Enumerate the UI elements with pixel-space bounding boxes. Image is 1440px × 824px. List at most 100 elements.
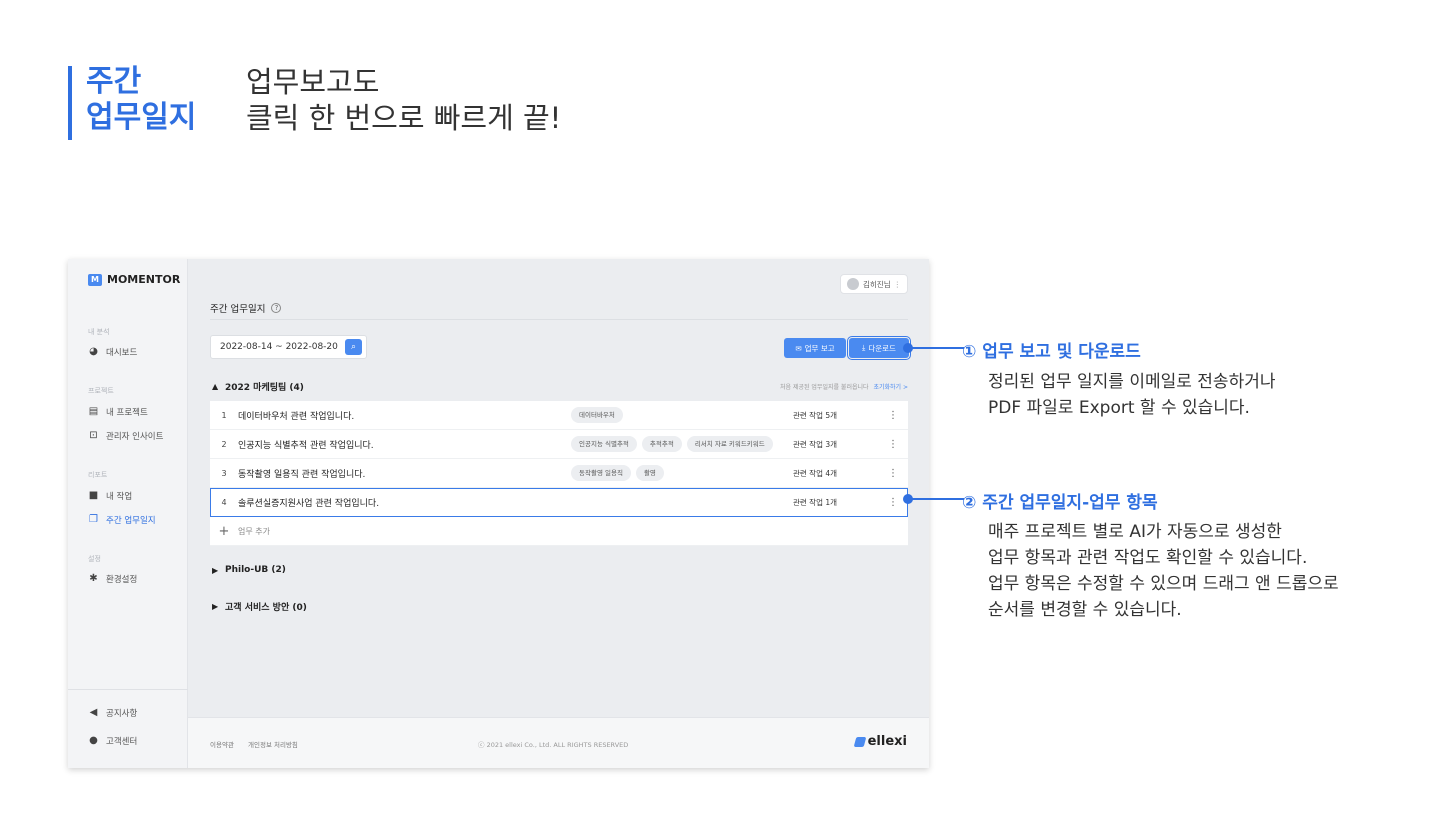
kebab-icon[interactable]: ⋮: [883, 410, 903, 421]
headline-accent-bar: [68, 66, 72, 140]
tag: 동작촬영 일용직: [571, 465, 631, 481]
row-related[interactable]: 관련 작업 5개: [793, 410, 883, 421]
sidebar-item-weekly-log[interactable]: ❐ 주간 업무일지: [88, 512, 156, 528]
callout-body: 매주 프로젝트 별로 AI가 자동으로 생성한 업무 항목과 관련 작업도 확인…: [988, 519, 1339, 623]
reset-link[interactable]: 초기화하기 >: [873, 384, 908, 391]
privacy-link[interactable]: 개인정보 처리방침: [248, 741, 298, 749]
sidebar-item-dashboard[interactable]: ◕ 대시보드: [88, 344, 137, 360]
report-button-label: 업무 보고: [804, 343, 835, 353]
sidebar-item-my-work[interactable]: ■ 내 작업: [88, 488, 132, 504]
headline: 주간 업무일지 업무보고도 클릭 한 번으로 빠르게 끝!: [68, 64, 561, 140]
ellexi-logo-icon: [853, 736, 866, 747]
sidebar-item-label: 고객센터: [106, 737, 138, 747]
help-icon[interactable]: ?: [271, 303, 282, 313]
row-number: 1: [221, 410, 227, 420]
sidebar-item-label: 관리자 인사이트: [106, 432, 164, 442]
table-row[interactable]: 2 인공지능 식별추적 관련 작업입니다. 인공지능 식별추적 추적추적 리서치…: [210, 430, 908, 459]
document-icon: ▤: [88, 406, 99, 417]
tag: 리서치 자료 키워드키워드: [686, 436, 773, 452]
sidebar-divider: [68, 689, 188, 690]
sidebar-item-label: 공지사항: [106, 709, 138, 719]
headline-right: 업무보고도 클릭 한 번으로 빠르게 끝!: [246, 64, 561, 140]
kebab-icon[interactable]: ⋮: [883, 439, 903, 450]
group-header-philo[interactable]: ▶ Philo-UB (2): [212, 565, 286, 575]
group-label: 2022 마케팅팀 (4): [225, 383, 304, 393]
add-task-label: 업무 추가: [238, 526, 270, 536]
group-header-customer[interactable]: ▶ 고객 서비스 방안 (0): [212, 600, 307, 613]
table-row-selected[interactable]: 4 솔루션실증지원사업 관련 작업입니다. 관련 작업 1개 ⋮: [210, 488, 908, 517]
date-range-value: 2022-08-14 ~ 2022-08-20: [220, 342, 338, 352]
user-name: 김히진님: [863, 279, 891, 289]
footer-links: 이용약관 개인정보 처리방침: [210, 739, 310, 749]
row-number: 2: [221, 439, 227, 449]
brand-logo: ellexi: [853, 734, 907, 749]
download-button[interactable]: ⤓ 다운로드: [847, 336, 911, 360]
chevron-right-icon: ▶: [212, 602, 219, 611]
sidebar-item-admin-insight[interactable]: ⊡ 관리자 인사이트: [88, 428, 163, 444]
callout-body-line: 업무 항목과 관련 작업도 확인할 수 있습니다.: [988, 548, 1308, 568]
callout-title: ① 업무 보고 및 다운로드: [962, 342, 1141, 362]
row-tags: 인공지능 식별추적 추적추적 리서치 자료 키워드키워드: [571, 436, 793, 452]
megaphone-icon: ◀: [89, 707, 98, 718]
main-content: 김히진님 ⋮ 주간 업무일지 ? 2022-08-14 ~ 2022-08-20…: [188, 259, 929, 768]
kebab-icon[interactable]: ⋮: [883, 468, 903, 479]
brand-text: ellexi: [867, 734, 907, 749]
row-title: 솔루션실증지원사업 관련 작업입니다.: [238, 498, 380, 509]
page-title: 주간 업무일지 ?: [210, 301, 282, 315]
headline-right-line1: 업무보고도: [246, 65, 380, 99]
group-note: 처음 제공된 업무일지를 불러옵니다 초기화하기 >: [780, 382, 908, 391]
group-header-marketing[interactable]: ▲ 2022 마케팅팀 (4): [212, 380, 304, 393]
terms-link[interactable]: 이용약관: [210, 741, 234, 749]
tag: 데이터바우처: [571, 407, 623, 423]
date-range-picker[interactable]: 2022-08-14 ~ 2022-08-20 ⌕: [210, 335, 367, 359]
row-title: 인공지능 식별추적 관련 작업입니다.: [238, 440, 374, 451]
callout-body-line: 매주 프로젝트 별로 AI가 자동으로 생성한: [988, 522, 1282, 542]
sidebar-item-settings[interactable]: ✱ 환경설정: [88, 571, 137, 587]
folder-icon: ■: [88, 490, 99, 501]
sidebar-section-report: 리포트: [88, 471, 108, 479]
sidebar: M MOMENTOR 내 분석 ◕ 대시보드 프로젝트 ▤ 내 프로젝트 ⊡ 관…: [68, 259, 188, 768]
plus-icon: +: [218, 523, 230, 539]
callout-title: ② 주간 업무일지-업무 항목: [962, 493, 1158, 513]
table-row[interactable]: 3 동작촬영 일용직 관련 작업입니다. 동작촬영 일용직 촬영 관련 작업 4…: [210, 459, 908, 488]
page-title-text: 주간 업무일지: [210, 304, 266, 315]
row-related[interactable]: 관련 작업 4개: [793, 468, 883, 479]
callout-connector: [912, 498, 964, 500]
sidebar-item-label: 대시보드: [106, 348, 138, 358]
callout-body-line: PDF 파일로 Export 할 수 있습니다.: [988, 398, 1250, 418]
mail-icon: ✉: [795, 343, 802, 353]
kebab-icon: ⋮: [893, 279, 902, 289]
sidebar-item-label: 환경설정: [106, 575, 138, 585]
sidebar-item-support[interactable]: ● 고객센터: [88, 733, 137, 749]
logo-icon: M: [88, 273, 102, 286]
sidebar-item-my-project[interactable]: ▤ 내 프로젝트: [88, 404, 148, 420]
download-button-label: 다운로드: [868, 343, 896, 353]
report-button[interactable]: ✉ 업무 보고: [784, 338, 846, 358]
row-related[interactable]: 관련 작업 1개: [793, 497, 883, 508]
kebab-icon[interactable]: ⋮: [883, 497, 903, 508]
row-related[interactable]: 관련 작업 3개: [793, 439, 883, 450]
headline-right-line2: 클릭 한 번으로 빠르게 끝!: [246, 101, 562, 135]
row-tags: 데이터바우처: [571, 407, 793, 423]
row-title: 동작촬영 일용직 관련 작업입니다.: [238, 469, 366, 480]
tag: 촬영: [635, 465, 664, 481]
add-task-button[interactable]: + 업무 추가: [210, 517, 908, 546]
footer: 이용약관 개인정보 처리방침 ⓒ 2021 ellexi Co., Ltd. A…: [188, 717, 929, 768]
table-row[interactable]: 1 데이터바우처 관련 작업입니다. 데이터바우처 관련 작업 5개 ⋮: [210, 401, 908, 430]
sidebar-section-project: 프로젝트: [88, 387, 114, 395]
tag: 추적추적: [641, 436, 682, 452]
gear-icon: ✱: [89, 573, 98, 584]
group-label: 고객 서비스 방안 (0): [225, 603, 307, 613]
search-icon[interactable]: ⌕: [345, 339, 362, 355]
logo[interactable]: M MOMENTOR: [88, 273, 180, 286]
chevron-up-icon: ▲: [212, 382, 219, 391]
headline-left-line2: 업무일지: [86, 100, 197, 135]
user-menu[interactable]: 김히진님 ⋮: [840, 274, 908, 294]
sidebar-item-notice[interactable]: ◀ 공지사항: [88, 705, 138, 721]
logo-text: MOMENTOR: [107, 273, 181, 286]
sidebar-item-label: 주간 업무일지: [106, 516, 156, 526]
callout-body-line: 업무 항목은 수정할 수 있으며 드래그 앤 드롭으로: [988, 574, 1339, 594]
row-tags: 동작촬영 일용직 촬영: [571, 465, 793, 481]
callout-dot: [903, 343, 913, 353]
group-note-text: 처음 제공된 업무일지를 불러옵니다: [780, 384, 869, 391]
